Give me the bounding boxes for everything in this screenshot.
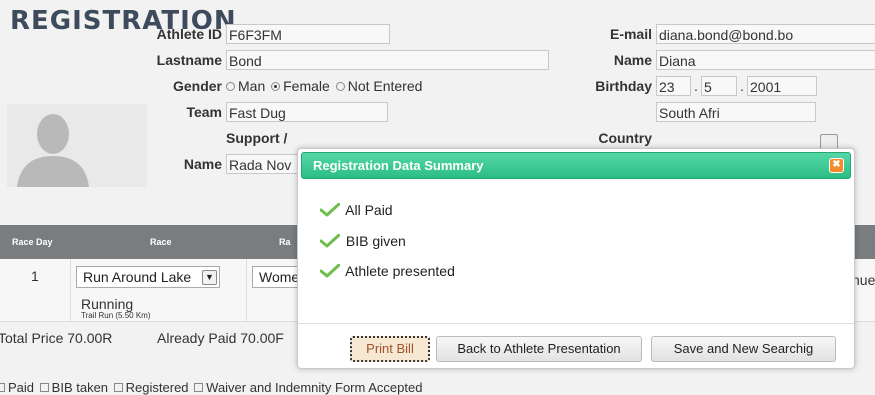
race-type: Running [81, 296, 134, 312]
team-field[interactable]: Fast Dug [226, 102, 388, 122]
category-select-value: Wome [259, 269, 300, 285]
paid-checkbox[interactable] [0, 383, 5, 392]
dialog-title: Registration Data Summary [313, 158, 484, 173]
already-paid: Already Paid 70.00F [157, 330, 284, 346]
race-select-value: Run Around Lake [83, 269, 192, 285]
bib-taken-checkbox[interactable] [39, 383, 49, 392]
right-cut-text: nue [852, 272, 875, 288]
race-select[interactable]: Run Around Lake ▼ [76, 266, 220, 288]
checkmark-icon [320, 203, 340, 217]
gender-female-radio[interactable] [271, 82, 281, 91]
status-checkboxes: Paid BIB taken Registered Waiver and Ind… [0, 380, 422, 395]
gender-man-radio[interactable] [226, 82, 235, 91]
athlete-id-field[interactable]: F6F3FM [226, 24, 390, 44]
lastname-label: Lastname [156, 52, 222, 68]
summary-item-label: BIB given [345, 233, 406, 249]
summary-item-all-paid: All Paid [320, 202, 393, 218]
back-to-athlete-presentation-button[interactable]: Back to Athlete Presentation [436, 336, 642, 362]
summary-item-athlete-presented: Athlete presented [320, 263, 455, 279]
checkmark-icon [320, 264, 340, 278]
checkmark-icon [320, 234, 340, 248]
lastname-field[interactable]: Bond [226, 50, 549, 70]
birthday-day-field[interactable]: 23 [656, 76, 691, 96]
race-day-header: Race Day [12, 237, 53, 247]
registered-checkbox[interactable] [113, 383, 123, 392]
bib-taken-label: BIB taken [51, 380, 109, 395]
total-price: Total Price 70.00R [0, 330, 113, 346]
support-label: Support / [226, 130, 288, 146]
cell-divider [70, 259, 71, 321]
gender-not-entered-label: Not Entered [347, 78, 423, 94]
cell-divider [246, 259, 247, 321]
dialog-separator [298, 323, 854, 324]
birthday-sep-2: . [740, 78, 744, 94]
close-icon[interactable]: ✖ [829, 158, 844, 173]
team-label: Team [186, 104, 222, 120]
country-label: Country [598, 130, 652, 146]
paid-label: Paid [8, 380, 35, 395]
summary-item-bib-given: BIB given [320, 233, 406, 249]
race-subtype: Trail Run (5.50 Km) [81, 311, 151, 320]
gender-female-label: Female [283, 78, 330, 94]
gender-man-label: Man [238, 78, 266, 94]
support-name-label: Name [183, 156, 222, 172]
save-and-new-search-button[interactable]: Save and New Searchig [651, 336, 836, 362]
race-day-value: 1 [31, 268, 39, 284]
summary-item-label: Athlete presented [345, 263, 455, 279]
race-header: Race [150, 237, 172, 247]
name-label: Name [613, 52, 652, 68]
waiver-checkbox[interactable] [194, 383, 204, 392]
email-field[interactable]: diana.bond@bond.bo [656, 24, 875, 44]
birthday-month-field[interactable]: 5 [701, 76, 737, 96]
name-field[interactable]: Diana [656, 50, 875, 70]
registration-summary-dialog: Registration Data Summary ✖ All Paid BIB… [297, 148, 855, 369]
email-label: E-mail [609, 26, 652, 42]
gender-radio-group: Man Female Not Entered [224, 78, 422, 94]
athlete-id-label: Athlete ID [156, 26, 222, 42]
registered-label: Registered [125, 380, 189, 395]
gender-not-entered-radio[interactable] [335, 82, 345, 91]
race-header-2: Ra [279, 237, 291, 247]
dialog-titlebar[interactable]: Registration Data Summary ✖ [301, 152, 851, 179]
birthday-sep-1: . [694, 78, 698, 94]
summary-item-label: All Paid [345, 202, 393, 218]
chevron-down-icon[interactable]: ▼ [202, 270, 217, 285]
birthday-year-field[interactable]: 2001 [747, 76, 817, 96]
waiver-label: Waiver and Indemnity Form Accepted [206, 380, 423, 395]
country-field[interactable]: South Afri [656, 102, 816, 122]
gender-label: Gender [172, 78, 222, 94]
print-bill-button[interactable]: Print Bill [350, 336, 430, 362]
birthday-label: Birthday [595, 78, 652, 94]
